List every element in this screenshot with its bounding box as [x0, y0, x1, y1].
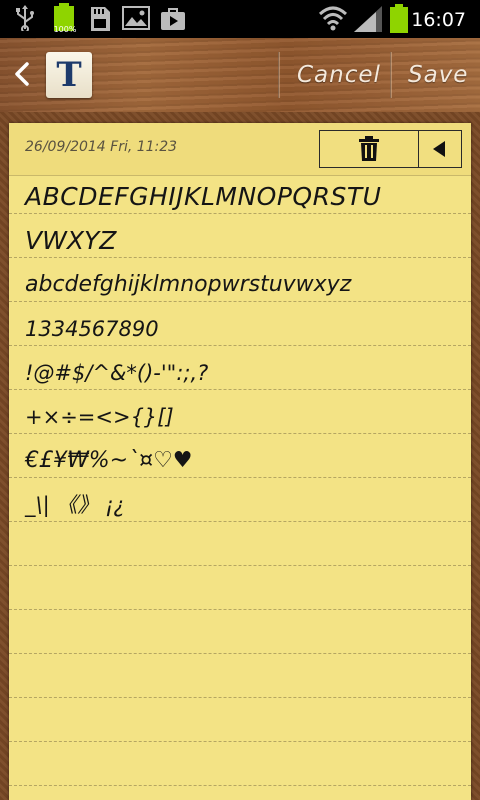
rule-line	[9, 697, 471, 698]
note-text-line: ABCDEFGHIJKLMNOPQRSTU	[25, 182, 382, 211]
action-bar: T Cancel Save	[0, 38, 480, 112]
memo-date: 26/09/2014 Fri, 11:23	[25, 139, 178, 155]
triangle-left-icon	[433, 141, 445, 157]
save-button[interactable]: Save	[408, 58, 468, 92]
clock: 16:07	[411, 9, 466, 31]
memo-header: 26/09/2014 Fri, 11:23	[9, 123, 471, 176]
battery-small-icon: 100%	[52, 3, 76, 35]
back-button[interactable]	[8, 60, 36, 88]
toolbar-divider	[278, 52, 280, 98]
note-text-line: 1334567890	[25, 317, 159, 341]
wifi-icon	[318, 6, 348, 31]
rule-line	[9, 565, 471, 566]
toolbar-divider	[390, 52, 392, 98]
usb-icon	[16, 5, 34, 31]
font-style-button[interactable]: T	[46, 52, 92, 98]
rule-line	[9, 653, 471, 654]
rule-line	[9, 609, 471, 610]
signal-icon	[354, 6, 382, 32]
memo-paper[interactable]: 26/09/2014 Fri, 11:23 ABCDEFGHIJKLMNOPQR…	[9, 123, 471, 800]
rule-line	[9, 785, 471, 786]
gallery-icon	[122, 6, 150, 30]
note-text-line: €£¥₩%~`¤♡♥	[25, 448, 193, 473]
note-text-line: !@#$/^&*()-'":;,?	[25, 361, 209, 385]
status-bar: 100% 16:07	[0, 0, 480, 38]
delete-button[interactable]	[320, 131, 418, 167]
chevron-left-icon	[15, 62, 29, 86]
sd-card-icon	[91, 7, 110, 31]
note-text-line: _\| 《》 ¡¿	[25, 493, 125, 517]
rule-line	[9, 741, 471, 742]
note-text-line: VWXYZ	[25, 226, 117, 255]
briefcase-icon	[161, 8, 185, 30]
battery-icon	[389, 4, 409, 34]
font-style-icon: T	[56, 55, 82, 95]
battery-small-label: 100%	[53, 25, 77, 34]
collapse-button[interactable]	[419, 131, 461, 167]
memo-tools	[319, 130, 462, 168]
trash-icon	[359, 136, 379, 161]
note-text-line: abcdefghijklmnopwrstuvwxyz	[25, 272, 352, 297]
cancel-button[interactable]: Cancel	[297, 58, 381, 92]
note-text-line: +×÷=<>{}[]	[25, 405, 174, 429]
memo-body[interactable]: ABCDEFGHIJKLMNOPQRSTU VWXYZ abcdefghijkl…	[9, 175, 471, 800]
